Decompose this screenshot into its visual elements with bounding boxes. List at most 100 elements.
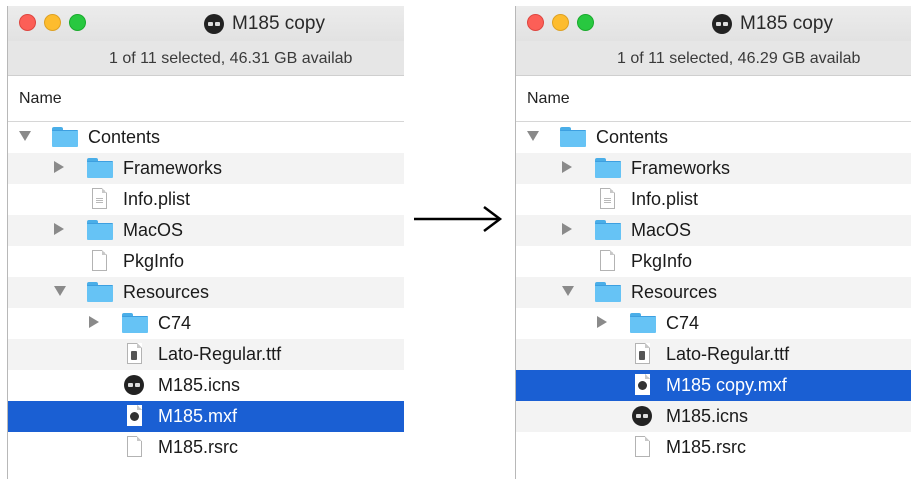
close-button[interactable]: [527, 14, 544, 31]
list-item-label: PkgInfo: [631, 251, 693, 271]
mxf-file-icon: [127, 405, 142, 426]
plist-file-icon: [600, 188, 615, 209]
disk-icon: [124, 375, 144, 395]
list-item-label: M185.mxf: [158, 406, 238, 426]
list-item-label: M185 copy.mxf: [666, 375, 787, 395]
mxf-file-icon: [635, 374, 650, 395]
list-item[interactable]: C74: [516, 308, 911, 339]
list-item[interactable]: Resources: [8, 277, 404, 308]
folder-icon: [87, 282, 113, 302]
plist-file-icon: [92, 188, 107, 209]
list-item[interactable]: Contents: [516, 122, 911, 153]
disclosure-closed-icon[interactable]: [89, 316, 99, 328]
list-item-label: PkgInfo: [123, 251, 185, 271]
close-button[interactable]: [19, 14, 36, 31]
disclosure-closed-icon[interactable]: [54, 223, 64, 235]
list-item-label: M185.icns: [666, 406, 749, 426]
list-item[interactable]: M185 copy.mxf: [516, 370, 911, 401]
window-title-text: M185 copy: [232, 13, 325, 34]
list-item[interactable]: M185.mxf: [8, 401, 404, 432]
list-item-label: Resources: [631, 282, 718, 302]
file-list: Contents Frameworks Info.plist MacOS PkgInfo…: [516, 122, 911, 463]
list-item-label: Contents: [88, 127, 161, 147]
list-item[interactable]: M185.rsrc: [516, 432, 911, 463]
list-item-label: M185.icns: [158, 375, 241, 395]
title-bar[interactable]: M185 copy: [516, 6, 911, 41]
font-file-icon: [635, 343, 650, 364]
list-item[interactable]: M185.icns: [516, 401, 911, 432]
list-item-label: Info.plist: [631, 189, 699, 209]
list-item[interactable]: M185.rsrc: [8, 432, 404, 463]
list-item[interactable]: Resources: [516, 277, 911, 308]
list-item-label: Contents: [596, 127, 669, 147]
list-item[interactable]: Lato-Regular.ttf: [8, 339, 404, 370]
disclosure-open-icon[interactable]: [527, 131, 539, 141]
finder-window-after: M185 copy 1 of 11 selected, 46.29 GB ava…: [515, 6, 911, 479]
list-item[interactable]: Info.plist: [516, 184, 911, 215]
column-header-name[interactable]: Name: [516, 76, 911, 122]
status-text: 1 of 11 selected, 46.29 GB availab: [617, 50, 861, 67]
document-icon: [635, 436, 650, 457]
list-item[interactable]: Frameworks: [8, 153, 404, 184]
column-header-label: Name: [19, 90, 62, 107]
list-item[interactable]: Contents: [8, 122, 404, 153]
disclosure-closed-icon[interactable]: [562, 161, 572, 173]
column-header-name[interactable]: Name: [8, 76, 404, 122]
zoom-button[interactable]: [69, 14, 86, 31]
window-title: M185 copy: [712, 12, 833, 36]
column-header-label: Name: [527, 90, 570, 107]
list-item[interactable]: C74: [8, 308, 404, 339]
status-text: 1 of 11 selected, 46.31 GB availab: [109, 50, 353, 67]
folder-icon: [595, 158, 621, 178]
document-icon: [127, 436, 142, 457]
list-item-label: Frameworks: [123, 158, 223, 178]
list-item-label: C74: [666, 313, 700, 333]
folder-icon: [630, 313, 656, 333]
zoom-button[interactable]: [577, 14, 594, 31]
list-item[interactable]: MacOS: [516, 215, 911, 246]
window-title: M185 copy: [204, 12, 325, 36]
disclosure-closed-icon[interactable]: [562, 223, 572, 235]
disclosure-closed-icon[interactable]: [54, 161, 64, 173]
list-item-label: M185.rsrc: [666, 437, 747, 457]
disk-icon: [204, 14, 224, 34]
folder-icon: [595, 282, 621, 302]
document-icon: [600, 250, 615, 271]
folder-icon: [87, 158, 113, 178]
list-item-label: Frameworks: [631, 158, 731, 178]
disk-icon: [632, 406, 652, 426]
disclosure-closed-icon[interactable]: [597, 316, 607, 328]
minimize-button[interactable]: [44, 14, 61, 31]
disk-icon: [712, 14, 732, 34]
list-item-label: C74: [158, 313, 192, 333]
folder-icon: [87, 220, 113, 240]
list-item[interactable]: Info.plist: [8, 184, 404, 215]
list-item[interactable]: Frameworks: [516, 153, 911, 184]
folder-icon: [560, 127, 586, 147]
list-item-label: MacOS: [123, 220, 184, 240]
disclosure-open-icon[interactable]: [54, 286, 66, 296]
document-icon: [92, 250, 107, 271]
disclosure-open-icon[interactable]: [19, 131, 31, 141]
window-title-text: M185 copy: [740, 13, 833, 34]
list-item-label: Resources: [123, 282, 210, 302]
right-arrow-icon: [414, 206, 503, 232]
list-item[interactable]: M185.icns: [8, 370, 404, 401]
title-bar[interactable]: M185 copy: [8, 6, 404, 41]
list-item[interactable]: PkgInfo: [516, 246, 911, 277]
file-list: Contents Frameworks Info.plist MacOS PkgInfo…: [8, 122, 404, 463]
folder-icon: [52, 127, 78, 147]
finder-window-before: M185 copy 1 of 11 selected, 46.31 GB ava…: [7, 6, 404, 479]
minimize-button[interactable]: [552, 14, 569, 31]
disclosure-open-icon[interactable]: [562, 286, 574, 296]
folder-icon: [122, 313, 148, 333]
list-item-label: Lato-Regular.ttf: [158, 344, 282, 364]
folder-icon: [595, 220, 621, 240]
list-item-label: Info.plist: [123, 189, 191, 209]
list-item[interactable]: PkgInfo: [8, 246, 404, 277]
status-bar: 1 of 11 selected, 46.29 GB availab: [516, 41, 911, 76]
list-item-label: MacOS: [631, 220, 692, 240]
list-item[interactable]: Lato-Regular.ttf: [516, 339, 911, 370]
list-item[interactable]: MacOS: [8, 215, 404, 246]
list-item-label: M185.rsrc: [158, 437, 239, 457]
